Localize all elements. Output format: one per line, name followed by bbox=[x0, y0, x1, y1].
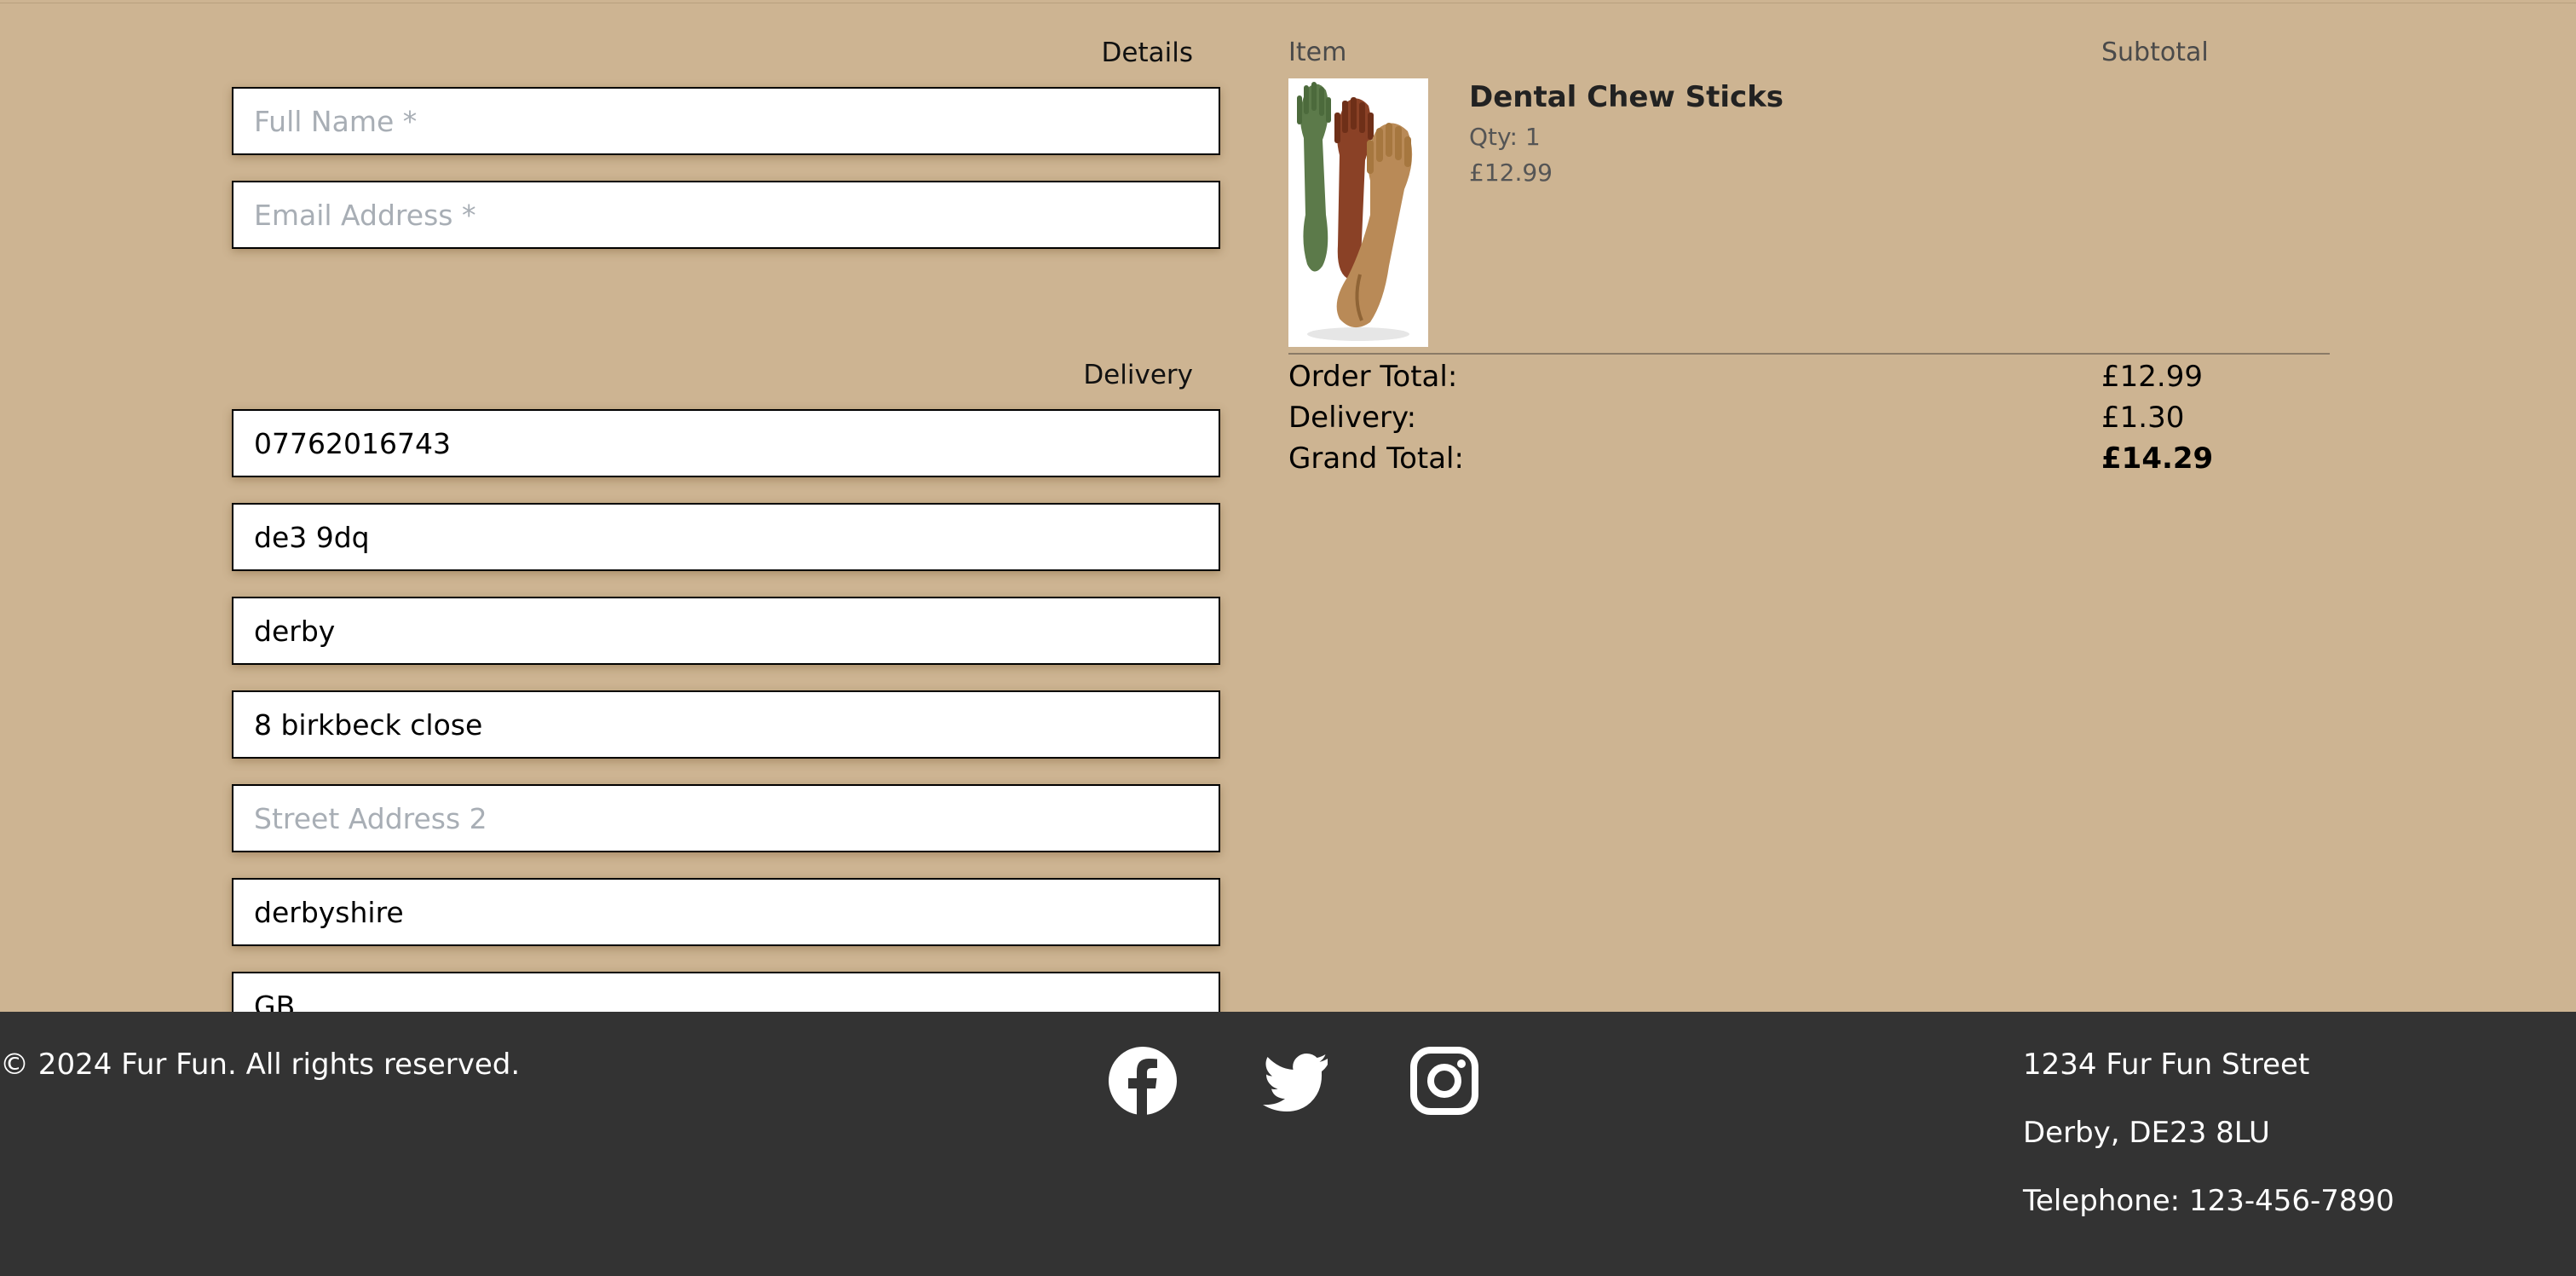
town-field[interactable] bbox=[232, 597, 1220, 665]
phone-number-field[interactable] bbox=[232, 409, 1220, 477]
delivery-cost-label: Delivery: bbox=[1288, 401, 1417, 435]
country-field[interactable] bbox=[232, 972, 1220, 1012]
full-name-field[interactable] bbox=[232, 87, 1220, 155]
order-total-value: £12.99 bbox=[2101, 360, 2203, 394]
instagram-icon[interactable] bbox=[1409, 1046, 1479, 1116]
grand-total-label: Grand Total: bbox=[1288, 442, 1464, 476]
dental-chew-sticks-image bbox=[1288, 78, 1428, 347]
site-footer: © 2024 Fur Fun. All rights reserved. 123… bbox=[0, 1012, 2576, 1276]
footer-telephone: Telephone: 123-456-7890 bbox=[2023, 1184, 2394, 1218]
footer-address-line1: 1234 Fur Fun Street bbox=[2023, 1048, 2310, 1082]
street-address-1-field[interactable] bbox=[232, 690, 1220, 759]
subtotal-column-header: Subtotal bbox=[2101, 38, 2209, 67]
footer-address-line2: Derby, DE23 8LU bbox=[2023, 1116, 2270, 1150]
checkout-page: Details Delivery Item Subtotal bbox=[0, 0, 2576, 1276]
summary-divider bbox=[1288, 353, 2330, 355]
item-price: £12.99 bbox=[1469, 159, 1553, 187]
item-name: Dental Chew Sticks bbox=[1469, 80, 1784, 114]
order-total-label: Order Total: bbox=[1288, 360, 1458, 394]
delivery-heading: Delivery bbox=[1083, 360, 1193, 390]
cut-off-previous-row bbox=[0, 0, 2576, 3]
checkout-main: Details Delivery Item Subtotal bbox=[0, 0, 2576, 1012]
grand-total-value: £14.29 bbox=[2101, 442, 2214, 476]
product-image bbox=[1288, 78, 1428, 347]
street-address-2-field[interactable] bbox=[232, 784, 1220, 852]
county-field[interactable] bbox=[232, 878, 1220, 946]
item-quantity: Qty: 1 bbox=[1469, 123, 1541, 151]
details-heading: Details bbox=[1101, 38, 1193, 68]
postcode-field[interactable] bbox=[232, 503, 1220, 571]
delivery-cost-value: £1.30 bbox=[2101, 401, 2185, 435]
twitter-icon[interactable] bbox=[1259, 1046, 1329, 1116]
copyright-text: © 2024 Fur Fun. All rights reserved. bbox=[0, 1048, 521, 1082]
email-field[interactable] bbox=[232, 181, 1220, 249]
item-column-header: Item bbox=[1288, 38, 1347, 67]
facebook-icon[interactable] bbox=[1108, 1046, 1178, 1116]
